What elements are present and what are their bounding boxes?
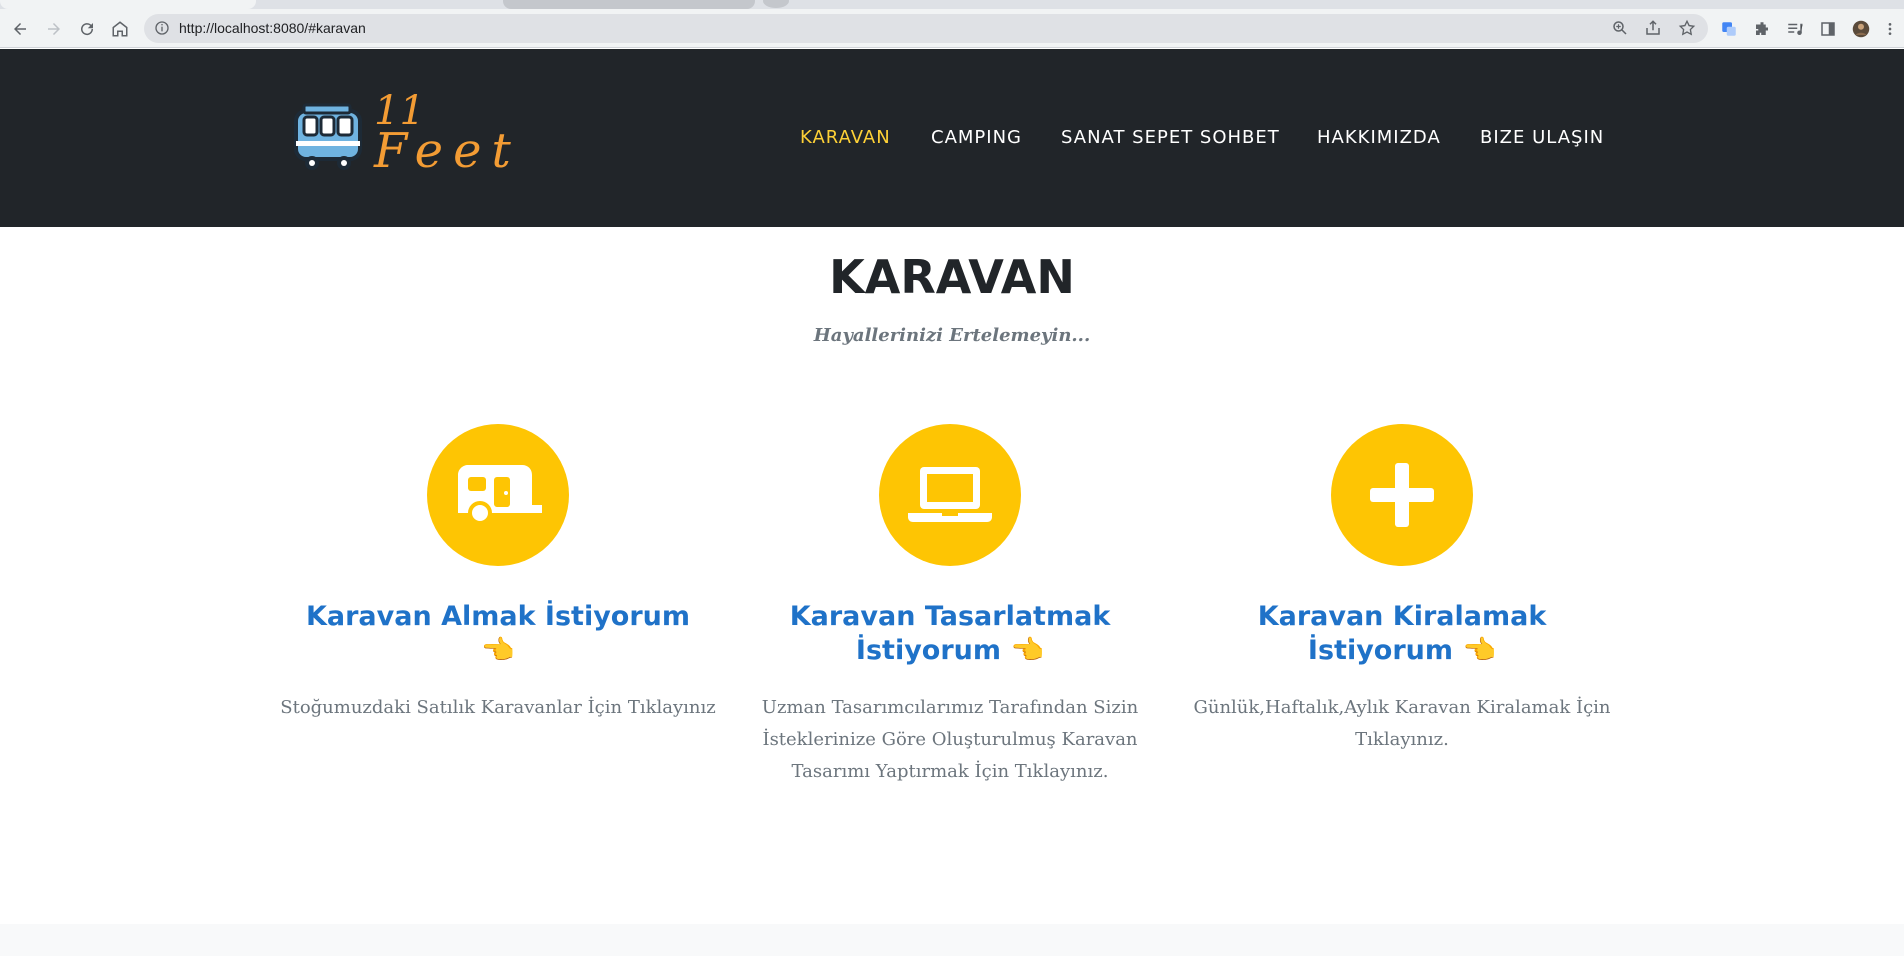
section-subtitle: Hayallerinizi Ertelemeyin... [813,325,1091,346]
browser-tab[interactable] [0,0,256,9]
browser-menu-icon[interactable] [1882,17,1898,41]
caravan-icon-circle[interactable] [427,424,569,566]
service-heading-buy[interactable]: Karavan Almak İstiyorum 👈 [278,600,718,668]
nav-item-bize-ulasin[interactable]: BIZE ULAŞIN [1480,127,1604,148]
nav-item-sanat-sepet-sohbet[interactable]: SANAT SEPET SOHBET [1061,127,1280,148]
service-heading-line-1[interactable]: Karavan Kiralamak [1258,601,1547,632]
service-card-buy[interactable]: Karavan Almak İstiyorum 👈 Stoğumuzdaki S… [278,424,718,724]
bookmark-star-icon[interactable] [1678,19,1696,37]
laptop-icon-circle[interactable] [879,424,1021,566]
site-info-icon[interactable] [154,20,170,36]
nav-item-camping[interactable]: CAMPING [931,127,1022,148]
nav-item-karavan[interactable]: KARAVAN [800,127,891,148]
caravan-icon [458,465,542,525]
home-icon[interactable] [108,17,132,41]
plus-icon-circle[interactable] [1331,424,1473,566]
reload-icon[interactable] [75,17,99,41]
service-heading-line-2[interactable]: İstiyorum [856,635,1001,666]
main-nav: KARAVAN CAMPING SANAT SEPET SOHBET HAKKI… [0,127,1904,157]
laptop-icon [908,467,992,522]
service-heading-design[interactable]: Karavan Tasarlatmak İstiyorum 👈 [730,600,1170,668]
zoom-icon[interactable] [1611,19,1629,37]
service-heading-text[interactable]: Karavan Almak İstiyorum [306,601,690,632]
profile-avatar[interactable] [1849,17,1873,41]
share-icon[interactable] [1644,19,1662,37]
service-text-design: Uzman Tasarımcılarımız Tarafından Sizin … [761,697,1139,782]
address-bar[interactable]: http://localhost:8080/#karavan [144,14,1708,43]
hand-pointer-icon: 👈 [481,635,515,666]
new-tab-button[interactable] [763,0,789,8]
service-heading-line-2[interactable]: İstiyorum [1308,635,1453,666]
site-header: 11 Feet KARAVAN CAMPING SANAT SEPET SOHB… [0,49,1904,227]
side-panel-icon[interactable] [1816,17,1840,41]
media-control-icon[interactable] [1783,17,1807,41]
nav-item-hakkimizda[interactable]: HAKKIMIZDA [1317,127,1441,148]
tab-strip [0,0,1904,9]
next-section-band [0,924,1904,956]
hand-pointer-icon: 👈 [1010,635,1045,666]
service-text-rent: Günlük,Haftalık,Aylık Karavan Kiralamak … [1193,697,1611,750]
browser-toolbar: http://localhost:8080/#karavan [0,9,1904,48]
back-icon[interactable] [8,17,32,41]
hand-pointer-icon: 👈 [1462,635,1497,666]
forward-icon[interactable] [42,17,66,41]
url-text[interactable]: http://localhost:8080/#karavan [179,20,366,36]
plus-icon [1370,463,1434,527]
service-card-design[interactable]: Karavan Tasarlatmak İstiyorum 👈 Uzman Ta… [730,424,1170,788]
service-card-rent[interactable]: Karavan Kiralamak İstiyorum 👈 Günlük,Haf… [1182,424,1622,756]
service-heading-rent[interactable]: Karavan Kiralamak İstiyorum 👈 [1182,600,1622,668]
extensions-icon[interactable] [1750,17,1774,41]
section-title: KARAVAN [829,250,1075,304]
translate-extension-icon[interactable] [1717,17,1741,41]
browser-tab[interactable] [503,0,755,9]
service-text-buy: Stoğumuzdaki Satılık Karavanlar İçin Tık… [280,697,716,718]
service-heading-line-1[interactable]: Karavan Tasarlatmak [790,601,1111,632]
